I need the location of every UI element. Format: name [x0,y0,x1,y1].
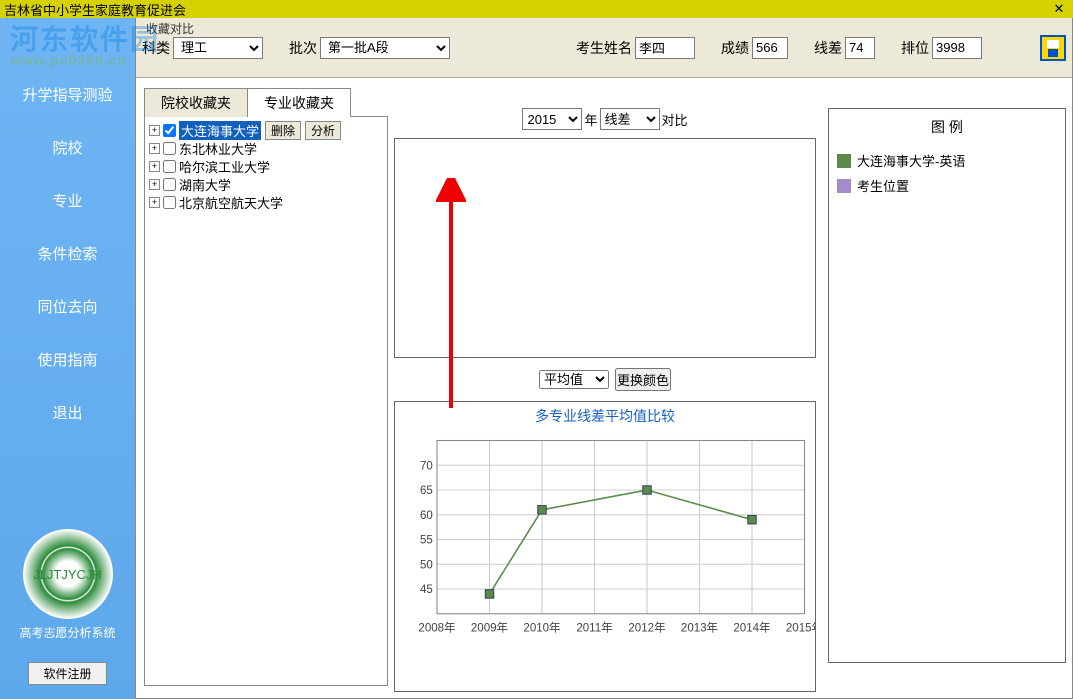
legend-item: 大连海事大学-英语 [837,151,1057,170]
tree-label: 东北林业大学 [179,139,257,158]
content-area: 收藏对比 科类 理工 批次 第一批A段 考生姓名 成绩 线差 排 [135,18,1073,699]
svg-text:55: 55 [420,535,433,547]
sidebar-item-school[interactable]: 院校 [52,137,82,158]
expand-icon[interactable]: + [149,125,160,136]
tree-row[interactable]: + 湖南大学 [149,175,383,193]
legend-item: 考生位置 [837,176,1057,195]
tab-school-fav[interactable]: 院校收藏夹 [144,88,248,117]
metric-select[interactable]: 线差 [600,108,660,130]
toolbar: 收藏对比 科类 理工 批次 第一批A段 考生姓名 成绩 线差 排 [136,18,1072,78]
upper-chart [394,138,816,358]
batch-label: 批次 [289,38,317,58]
sidebar-item-exam[interactable]: 升学指导测验 [22,84,112,105]
sidebar-item-exit[interactable]: 退出 [52,402,82,423]
tree-label: 北京航空航天大学 [179,193,283,212]
expand-icon[interactable]: + [149,197,160,208]
score-input[interactable] [752,37,788,59]
svg-text:2014年: 2014年 [733,621,770,635]
svg-text:2010年: 2010年 [523,621,560,635]
tab-major-fav[interactable]: 专业收藏夹 [247,88,351,117]
tree-checkbox[interactable] [163,178,176,191]
subject-label: 科类 [142,38,170,58]
line-chart-svg: 45 50 55 60 65 70 2008年 2009年 2010年 2011年 2012年 201… [395,430,815,640]
stat-select[interactable]: 平均值 [539,370,609,389]
expand-icon[interactable]: + [149,161,160,172]
expand-icon[interactable]: + [149,143,160,154]
chart-title: 多专业线差平均值比较 [395,402,815,430]
title-bar: 吉林省中小学生家庭教育促进会 ✕ [0,0,1073,18]
svg-text:2012年: 2012年 [628,621,665,635]
window-title: 吉林省中小学生家庭教育促进会 [4,0,186,19]
tree-row[interactable]: + 东北林业大学 [149,139,383,157]
change-color-button[interactable]: 更换颜色 [615,368,671,391]
svg-text:50: 50 [420,559,433,571]
legend-pane: 图 例 大连海事大学-英语考生位置 [822,78,1072,698]
legend-title: 图 例 [837,117,1057,137]
tree-checkbox[interactable] [163,160,176,173]
tree-label: 大连海事大学 [179,121,261,140]
score-label: 成绩 [721,38,749,58]
year-select[interactable]: 2015 [522,108,582,130]
lower-chart: 多专业线差平均值比较 45 50 55 60 65 70 2008年 2009年 2010年 20… [394,401,816,692]
save-icon[interactable] [1040,35,1066,61]
legend-swatch-icon [837,179,851,193]
subject-select[interactable]: 理工 [173,37,263,59]
favorites-tree: + 大连海事大学 删除分析+ 东北林业大学 + 哈尔滨工业大学 + 湖南大学 +… [144,116,388,686]
tree-action-button[interactable]: 删除 [265,121,301,140]
panel-title: 收藏对比 [146,20,194,37]
register-button[interactable]: 软件注册 [28,662,106,685]
diff-input[interactable] [845,37,875,59]
svg-text:2009年: 2009年 [471,621,508,635]
svg-text:60: 60 [420,510,433,522]
svg-text:65: 65 [420,485,433,497]
diff-label: 线差 [814,38,842,58]
svg-text:45: 45 [420,584,433,596]
tree-label: 湖南大学 [179,175,231,194]
rank-input[interactable] [932,37,982,59]
tree-checkbox[interactable] [163,142,176,155]
sidebar-item-guide[interactable]: 使用指南 [37,349,97,370]
svg-text:2013年: 2013年 [681,621,718,635]
org-logo-icon: JLJTJYCJH [23,529,113,619]
close-icon[interactable]: ✕ [1049,1,1069,17]
favorites-pane: 院校收藏夹 专业收藏夹 + 大连海事大学 删除分析+ 东北林业大学 + 哈尔滨工… [136,78,388,698]
legend-label: 考生位置 [857,176,909,195]
sidebar-item-search[interactable]: 条件检索 [37,243,97,264]
tree-checkbox[interactable] [163,124,176,137]
svg-text:2015年: 2015年 [786,621,815,635]
name-input[interactable] [635,37,695,59]
legend-swatch-icon [837,154,851,168]
legend-label: 大连海事大学-英语 [857,151,965,170]
batch-select[interactable]: 第一批A段 [320,37,450,59]
sidebar-item-major[interactable]: 专业 [52,190,82,211]
sidebar: 升学指导测验 院校 专业 条件检索 同位去向 使用指南 退出 JLJTJYCJH… [0,18,135,699]
compare-label: 对比 [662,110,688,129]
tree-row[interactable]: + 哈尔滨工业大学 [149,157,383,175]
svg-text:2008年: 2008年 [418,621,455,635]
tree-row[interactable]: + 大连海事大学 删除分析 [149,121,383,139]
system-name: 高考志愿分析系统 [19,624,115,641]
svg-text:70: 70 [420,460,433,472]
svg-text:2011年: 2011年 [576,621,612,635]
name-label: 考生姓名 [576,38,632,58]
tree-label: 哈尔滨工业大学 [179,157,270,176]
tree-action-button[interactable]: 分析 [305,121,341,140]
tree-checkbox[interactable] [163,196,176,209]
year-unit: 年 [584,110,597,129]
rank-label: 排位 [901,38,929,58]
chart-pane: 2015 年 线差 对比 平均值 更换颜色 多专业线差平均值比较 45 50 55 6… [388,78,822,698]
expand-icon[interactable]: + [149,179,160,190]
sidebar-item-peer[interactable]: 同位去向 [37,296,97,317]
tree-row[interactable]: + 北京航空航天大学 [149,193,383,211]
